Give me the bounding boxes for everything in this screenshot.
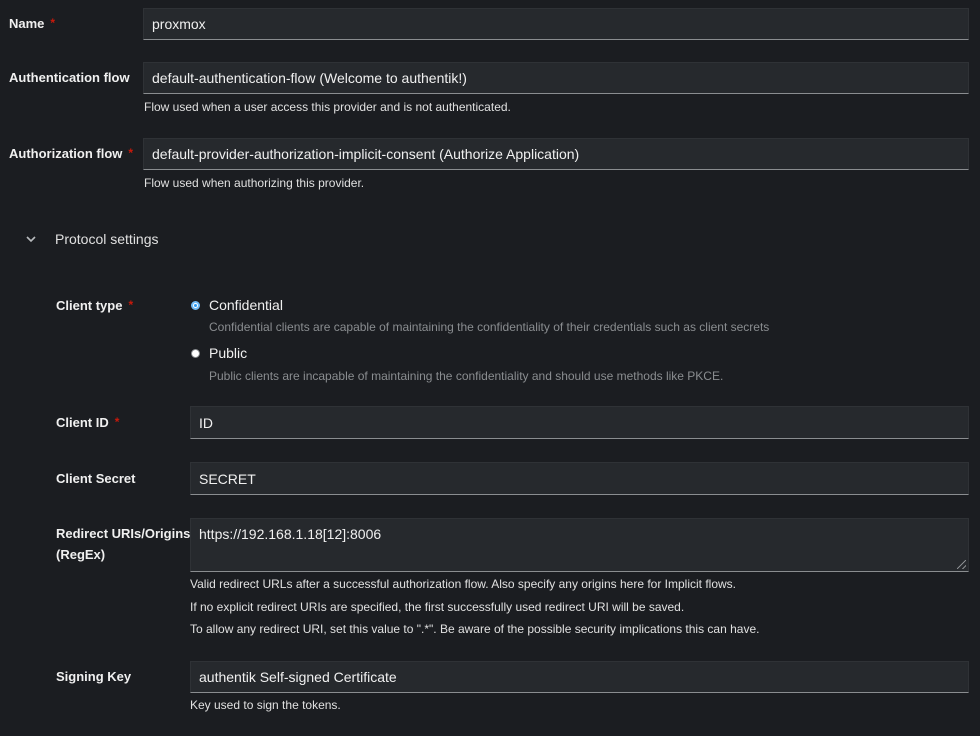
signing-key-label: Signing Key xyxy=(56,666,131,687)
client-type-label: Client type * xyxy=(56,295,133,317)
name-label-text: Name xyxy=(9,16,45,31)
client-id-value: ID xyxy=(199,414,213,431)
client-type-public-description: Public clients are incapable of maintain… xyxy=(209,369,724,383)
signing-key-select[interactable]: authentik Self-signed Certificate xyxy=(190,661,969,693)
required-marker: * xyxy=(50,16,56,30)
signing-key-value: authentik Self-signed Certificate xyxy=(199,669,397,685)
authentication-flow-value: default-authentication-flow (Welcome to … xyxy=(152,70,467,86)
redirect-uris-label-line2: (RegEx) xyxy=(56,547,106,562)
authentication-flow-label: Authentication flow xyxy=(9,67,130,88)
authentication-flow-helper: Flow used when a user access this provid… xyxy=(144,100,511,114)
redirect-uris-helper-2: If no explicit redirect URIs are specifi… xyxy=(190,600,685,614)
required-marker: * xyxy=(128,298,134,312)
required-marker: * xyxy=(114,415,120,429)
authorization-flow-select[interactable]: default-provider-authorization-implicit-… xyxy=(143,138,969,170)
name-input[interactable]: proxmox xyxy=(143,8,969,40)
client-id-input[interactable]: ID xyxy=(190,406,969,439)
authorization-flow-helper: Flow used when authorizing this provider… xyxy=(144,176,365,190)
client-type-confidential-description: Confidential clients are capable of main… xyxy=(209,320,770,334)
redirect-uris-helper-1: Valid redirect URLs after a successful a… xyxy=(190,577,737,591)
redirect-uris-label-line1: Redirect URIs/Origins xyxy=(56,526,191,541)
protocol-settings-title: Protocol settings xyxy=(55,231,159,247)
authentication-flow-label-text: Authentication flow xyxy=(9,70,130,85)
signing-key-helper: Key used to sign the tokens. xyxy=(190,698,341,712)
radio-unchecked-icon[interactable] xyxy=(191,348,200,358)
client-secret-input[interactable]: SECRET xyxy=(190,462,969,495)
radio-checked-icon[interactable] xyxy=(191,300,200,310)
client-secret-label-text: Client Secret xyxy=(56,471,136,486)
client-type-public-radio[interactable]: Public xyxy=(191,345,247,361)
client-secret-value: SECRET xyxy=(199,470,256,487)
client-id-label: Client ID * xyxy=(56,412,119,434)
authorization-flow-value: default-provider-authorization-implicit-… xyxy=(152,146,580,162)
provider-form: Name * proxmox Authentication flow defaul… xyxy=(0,0,980,736)
client-secret-label: Client Secret xyxy=(56,468,135,489)
redirect-uris-helper-3: To allow any redirect URI, set this valu… xyxy=(190,622,760,636)
name-input-value: proxmox xyxy=(152,16,206,32)
resize-grip-icon[interactable] xyxy=(957,560,966,569)
name-label: Name * xyxy=(9,13,55,35)
redirect-uris-label: Redirect URIs/Origins (RegEx) xyxy=(56,523,190,565)
authorization-flow-label-text: Authorization flow xyxy=(9,146,123,161)
signing-key-label-text: Signing Key xyxy=(56,669,132,684)
required-marker: * xyxy=(128,146,134,160)
redirect-uris-textarea[interactable]: https://192.168.1.18[12]:8006 xyxy=(190,518,969,572)
client-id-label-text: Client ID xyxy=(56,415,109,430)
client-type-confidential-radio[interactable]: Confidential xyxy=(191,297,283,313)
client-type-label-text: Client type xyxy=(56,298,123,313)
authorization-flow-label: Authorization flow * xyxy=(9,143,133,165)
authentication-flow-select[interactable]: default-authentication-flow (Welcome to … xyxy=(143,62,969,94)
protocol-settings-toggle[interactable]: Protocol settings xyxy=(22,228,159,250)
client-type-public-label: Public xyxy=(209,345,248,361)
chevron-down-icon xyxy=(22,228,40,250)
client-type-confidential-label: Confidential xyxy=(209,297,283,313)
redirect-uris-value: https://192.168.1.18[12]:8006 xyxy=(199,526,382,542)
